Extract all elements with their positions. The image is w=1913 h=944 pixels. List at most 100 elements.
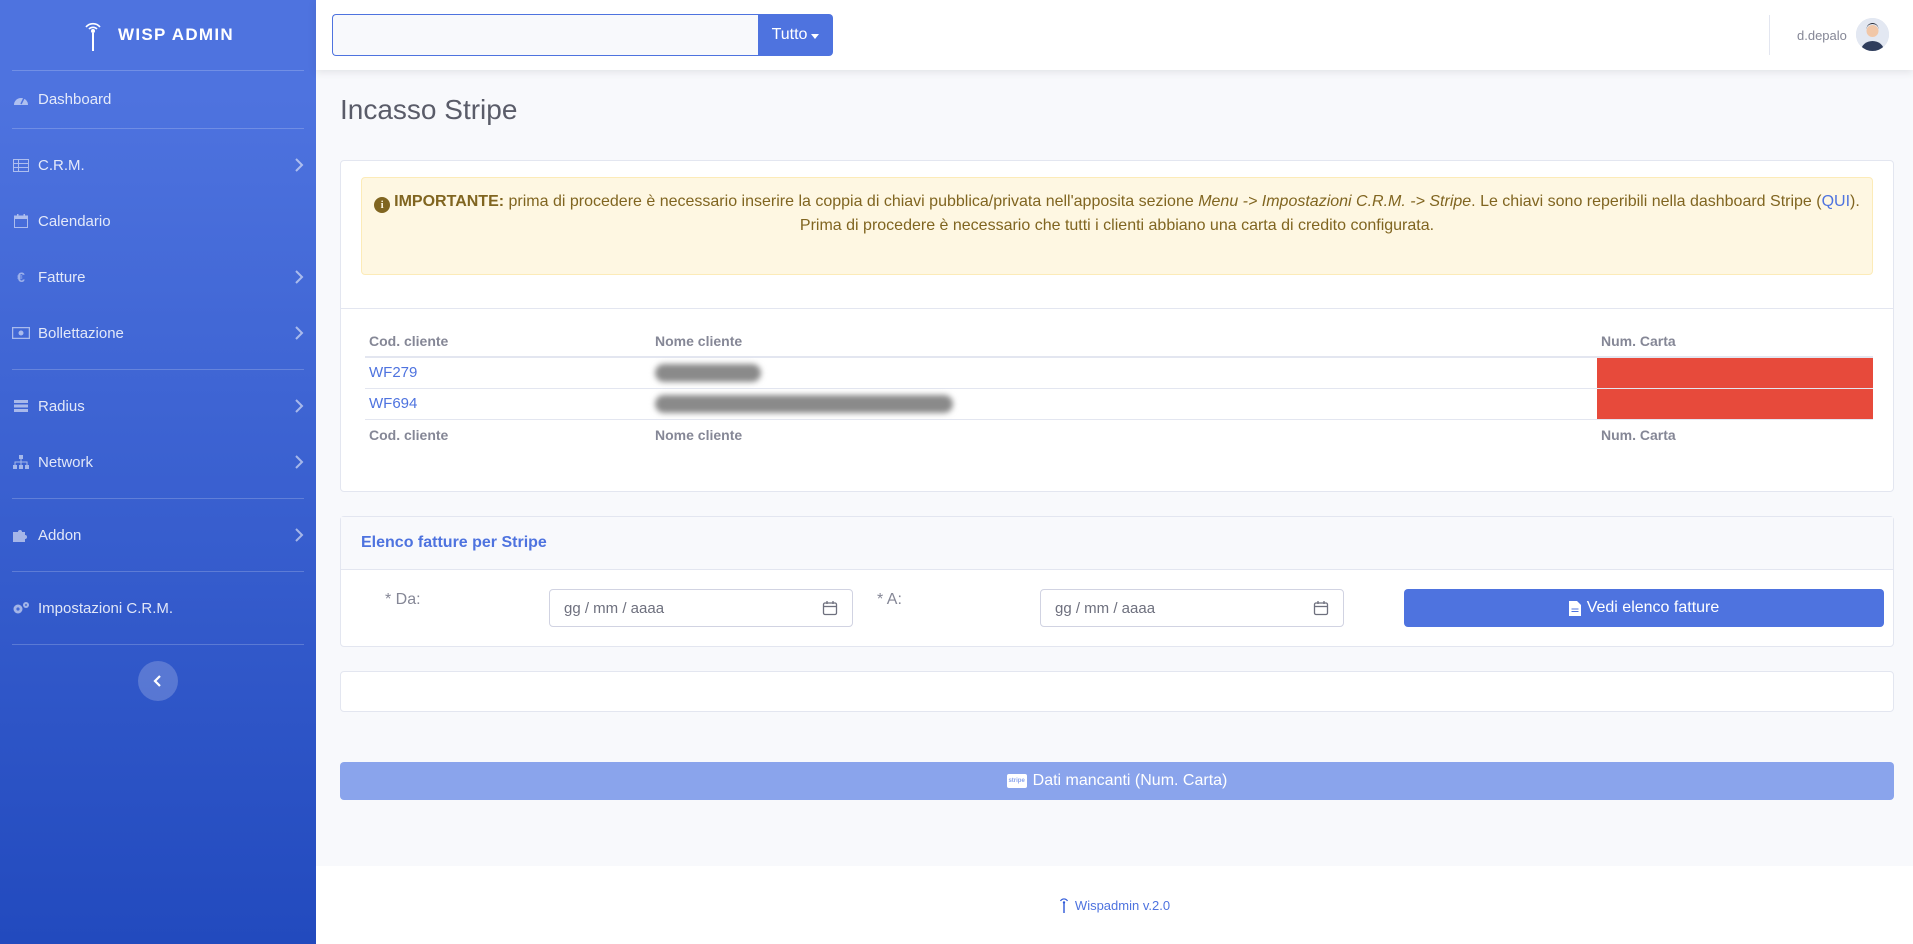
sidebar-brand[interactable]: WISP ADMIN xyxy=(0,0,316,70)
search-filter-dropdown[interactable]: Tutto xyxy=(758,14,833,56)
sidebar-item-label: Addon xyxy=(38,526,82,544)
sidebar-group: Impostazioni C.R.M. xyxy=(0,572,316,644)
chevron-right-icon xyxy=(295,455,304,469)
chevron-right-icon xyxy=(295,270,304,284)
to-date-placeholder: gg / mm / aaaa xyxy=(1055,599,1156,617)
chevron-right-icon xyxy=(295,158,304,172)
client-code-link[interactable]: WF279 xyxy=(365,357,651,389)
sidebar: WISP ADMIN Dashboard C.R.M. Calendario €… xyxy=(0,0,316,944)
invoices-card-header: Elenco fatture per Stripe xyxy=(341,517,1893,570)
tachometer-icon xyxy=(12,92,30,108)
table-icon xyxy=(12,157,30,173)
file-icon xyxy=(1568,600,1581,616)
sidebar-item-crm[interactable]: C.R.M. xyxy=(0,137,316,193)
table-header-row: Cod. cliente Nome cliente Num. Carta xyxy=(365,325,1873,358)
caret-down-icon xyxy=(811,33,820,39)
sidebar-item-calendario[interactable]: Calendario xyxy=(0,193,316,249)
table-row: WF279 xyxy=(365,357,1873,389)
user-avatar-icon xyxy=(1856,18,1889,51)
column-header-nome: Nome cliente xyxy=(651,325,1597,358)
stripe-card: i IMPORTANTE: prima di procedere è necess… xyxy=(340,160,1894,492)
column-header-carta: Num. Carta xyxy=(1597,325,1873,358)
sidebar-item-dashboard[interactable]: Dashboard xyxy=(0,71,316,128)
sidebar-item-addon[interactable]: Addon xyxy=(0,507,316,563)
stripe-icon: stripe xyxy=(1006,774,1027,788)
chevron-right-icon xyxy=(295,399,304,413)
sidebar-group: Radius Network xyxy=(0,370,316,498)
chevron-left-icon xyxy=(153,675,161,687)
missing-data-button[interactable]: stripe Dati mancanti (Num. Carta) xyxy=(340,762,1894,800)
euro-icon: € xyxy=(17,269,25,285)
alert-text: ). xyxy=(1850,193,1860,210)
to-date-input[interactable]: gg / mm / aaaa xyxy=(1040,589,1344,627)
important-alert: i IMPORTANTE: prima di procedere è necess… xyxy=(361,177,1873,275)
alert-text: . Le chiavi sono reperibili nella dashbo… xyxy=(1471,193,1822,210)
puzzle-icon xyxy=(12,527,30,543)
chevron-right-icon xyxy=(295,528,304,542)
sidebar-toggle-button[interactable] xyxy=(138,661,178,701)
cogs-icon xyxy=(12,600,30,616)
to-date-label: * A: xyxy=(877,591,902,608)
alert-strong: IMPORTANTE: xyxy=(394,193,505,210)
column-footer-nome: Nome cliente xyxy=(651,418,1597,451)
calendar-icon[interactable] xyxy=(822,600,838,616)
sidebar-item-radius[interactable]: Radius xyxy=(0,378,316,434)
sidebar-item-fatture[interactable]: € Fatture xyxy=(0,249,316,305)
card-number-cell-missing xyxy=(1597,388,1873,420)
chevron-right-icon xyxy=(295,326,304,340)
alert-menu-path: Menu -> Impostazioni C.R.M. -> Stripe xyxy=(1198,193,1472,210)
avatar[interactable] xyxy=(1856,18,1889,51)
view-invoices-label: Vedi elenco fatture xyxy=(1586,599,1720,616)
from-date-label: * Da: xyxy=(385,591,421,608)
sidebar-item-label: Fatture xyxy=(38,268,86,286)
sidebar-group: Addon xyxy=(0,499,316,571)
info-circle-icon: i xyxy=(374,197,391,213)
card-number-cell-missing xyxy=(1597,357,1873,389)
clients-table: Cod. cliente Nome cliente Num. Carta WF2… xyxy=(365,325,1873,451)
search-group: Tutto xyxy=(332,14,833,56)
version-label: Wispadmin v.2.0 xyxy=(1074,897,1171,913)
sidebar-item-label: C.R.M. xyxy=(38,156,85,174)
money-bill-icon xyxy=(12,325,30,341)
sidebar-item-impostazioni-crm[interactable]: Impostazioni C.R.M. xyxy=(0,580,316,636)
sidebar-item-bollettazione[interactable]: Bollettazione xyxy=(0,305,316,361)
stripe-dashboard-link[interactable]: QUI xyxy=(1822,193,1850,210)
alert-line-1: i IMPORTANTE: prima di procedere è necess… xyxy=(362,190,1872,214)
sidebar-item-network[interactable]: Network xyxy=(0,434,316,490)
missing-data-label: Dati mancanti (Num. Carta) xyxy=(1032,772,1228,789)
alert-text: prima di procedere è necessario inserire… xyxy=(504,193,1199,210)
search-filter-label: Tutto xyxy=(771,26,808,43)
sidebar-item-label: Dashboard xyxy=(38,91,112,108)
brand-name: WISP ADMIN xyxy=(118,25,234,44)
calendar-icon[interactable] xyxy=(1313,600,1329,616)
wifi-antenna-icon xyxy=(1059,898,1068,913)
alert-line-2: Prima di procedere è necessario che tutt… xyxy=(799,217,1435,234)
sidebar-item-label: Network xyxy=(38,453,94,471)
from-date-placeholder: gg / mm / aaaa xyxy=(564,599,665,617)
column-footer-cod: Cod. cliente xyxy=(365,418,651,451)
view-invoices-button[interactable]: Vedi elenco fatture xyxy=(1404,589,1884,627)
column-header-cod: Cod. cliente xyxy=(365,325,651,358)
sidebar-divider xyxy=(12,644,304,645)
from-date-input[interactable]: gg / mm / aaaa xyxy=(549,589,853,627)
topbar: Tutto d.depalo xyxy=(316,0,1913,70)
footer: Wispadmin v.2.0 xyxy=(316,866,1913,944)
user-name[interactable]: d.depalo xyxy=(1797,0,1847,70)
sidebar-item-label: Impostazioni C.R.M. xyxy=(38,599,174,617)
sidebar-item-label: Bollettazione xyxy=(38,324,124,342)
redacted-name xyxy=(655,363,761,382)
wifi-antenna-icon xyxy=(85,22,101,51)
column-footer-carta: Num. Carta xyxy=(1597,418,1873,451)
page-title: Incasso Stripe xyxy=(340,94,518,125)
client-code-link[interactable]: WF694 xyxy=(365,388,651,420)
card-divider xyxy=(341,308,1893,309)
table-row: WF694 xyxy=(365,388,1873,420)
topbar-divider xyxy=(1769,15,1770,55)
table-footer-row: Cod. cliente Nome cliente Num. Carta xyxy=(365,418,1873,451)
results-card xyxy=(340,671,1894,712)
sidebar-item-label: Calendario xyxy=(38,212,111,230)
sidebar-item-label: Radius xyxy=(38,397,85,415)
list-icon xyxy=(12,398,30,414)
calendar-icon xyxy=(12,213,30,229)
search-input[interactable] xyxy=(332,14,758,56)
